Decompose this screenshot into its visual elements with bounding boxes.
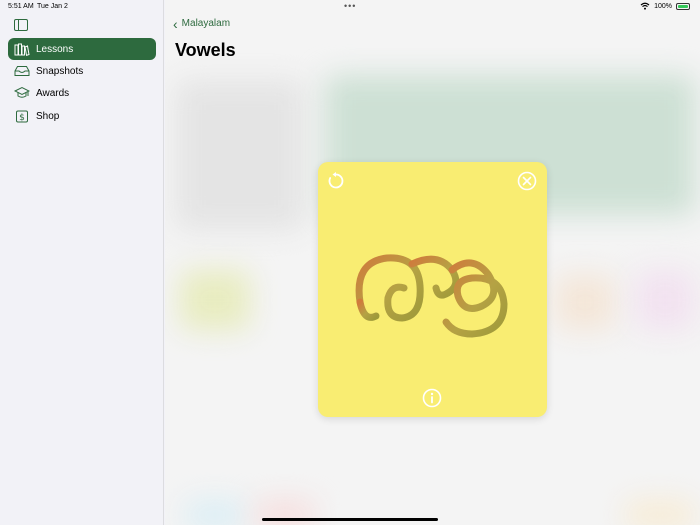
blurred-tile	[625, 500, 695, 525]
sidebar-nav: Lessons Snapshots Awards $ Shop	[8, 38, 156, 127]
home-indicator[interactable]	[262, 518, 438, 521]
chevron-left-icon: ‹	[173, 15, 178, 32]
replay-icon[interactable]	[326, 171, 346, 191]
sidebar-item-awards[interactable]: Awards	[8, 82, 156, 104]
info-icon[interactable]	[422, 388, 442, 408]
wifi-icon	[640, 2, 650, 10]
status-bar: 5:51 AM Tue Jan 2 ••• 100%	[0, 0, 700, 14]
blurred-tile	[185, 500, 245, 525]
blurred-tile	[180, 270, 250, 330]
blurred-tile	[555, 275, 615, 330]
dollar-sign-icon: $	[14, 109, 30, 123]
status-time: 5:51 AM	[8, 3, 34, 10]
sidebar-item-label: Lessons	[36, 43, 74, 55]
sidebar-item-label: Snapshots	[36, 65, 84, 77]
close-icon[interactable]	[517, 171, 537, 191]
svg-text:$: $	[19, 113, 25, 123]
battery-percent: 100%	[654, 2, 672, 10]
blurred-tile	[635, 270, 695, 330]
sidebar-item-label: Awards	[36, 87, 70, 99]
letter-card[interactable]	[318, 162, 547, 417]
battery-icon	[676, 2, 690, 10]
tray-icon	[14, 64, 30, 78]
status-date: Tue Jan 2	[37, 3, 68, 10]
sidebar-item-shop[interactable]: $ Shop	[8, 105, 156, 127]
malayalam-letter-glyph	[355, 254, 508, 338]
blurred-tile	[175, 80, 305, 230]
graduation-cap-icon	[14, 86, 30, 100]
page-title: Vowels	[175, 40, 236, 60]
back-button[interactable]: ‹ Malayalam	[173, 15, 231, 32]
blurred-tile	[255, 500, 315, 525]
sidebar-item-snapshots[interactable]: Snapshots	[8, 60, 156, 82]
sidebar-item-label: Shop	[36, 110, 60, 122]
back-label: Malayalam	[181, 18, 231, 29]
sidebar: Lessons Snapshots Awards $ Shop	[0, 0, 164, 525]
multitasking-dots-icon[interactable]: •••	[344, 1, 356, 11]
books-icon	[14, 42, 30, 56]
sidebar-item-lessons[interactable]: Lessons	[8, 38, 156, 60]
sidebar-toggle-icon[interactable]	[14, 19, 28, 31]
status-indicators: 100%	[640, 2, 690, 10]
